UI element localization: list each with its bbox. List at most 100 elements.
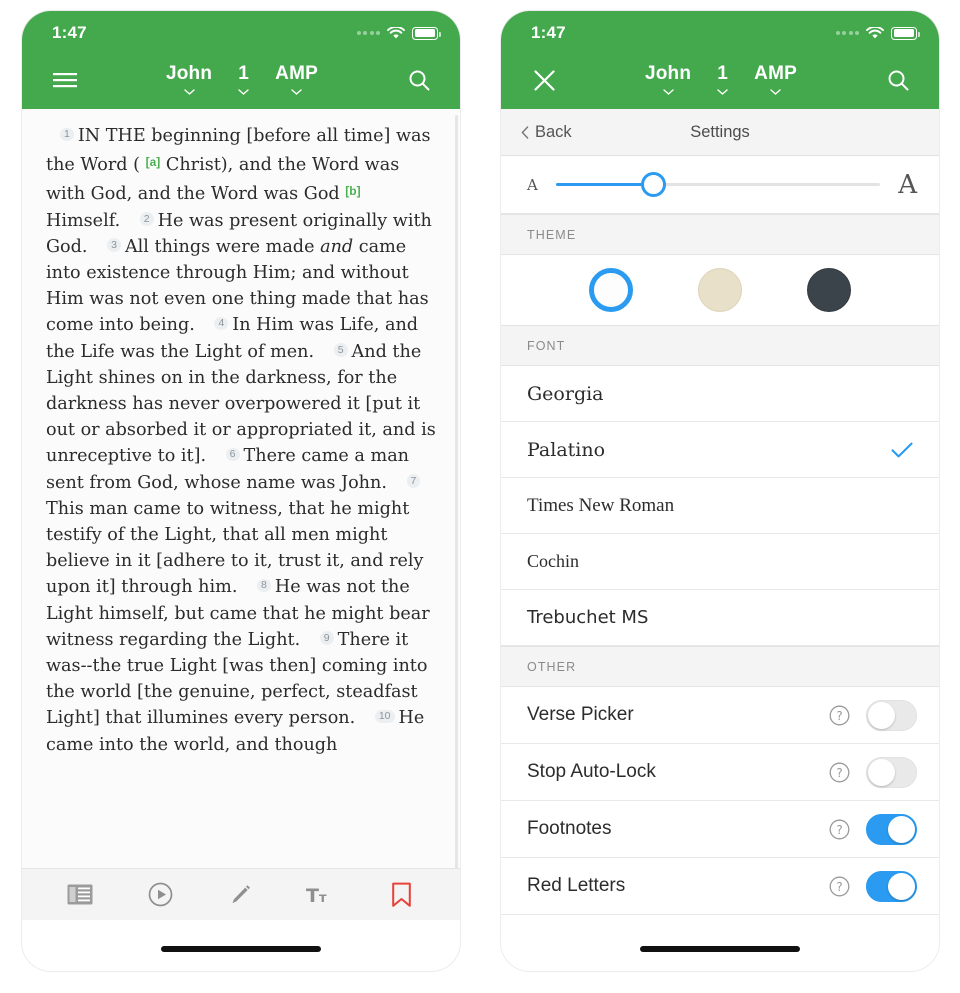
version-label: AMP <box>754 63 797 84</box>
search-icon[interactable] <box>402 63 436 97</box>
theme-options <box>501 255 939 325</box>
setting-option-row[interactable]: Verse Picker? <box>501 687 939 744</box>
other-section-header: OTHER <box>501 646 939 687</box>
toggle-knob <box>888 872 915 900</box>
font-option-label: Times New Roman <box>527 494 675 516</box>
font-option-row[interactable]: Times New Roman <box>501 478 939 534</box>
screenshot-stage: 1:47 John 1 AMP 1 IN THE beginning [befo… <box>0 0 960 993</box>
hamburger-menu-icon[interactable] <box>48 63 82 97</box>
toggle-knob <box>868 701 895 729</box>
chapter-label: 1 <box>238 63 250 84</box>
settings-app-bar: 1:47 John 1 AMP <box>501 11 939 109</box>
status-time: 1:47 <box>531 23 566 42</box>
footnote-marker[interactable]: [a] <box>146 155 161 169</box>
text-size-icon[interactable]: T т <box>298 875 344 915</box>
help-circle-icon[interactable]: ? <box>829 876 850 897</box>
font-size-row: A A <box>501 156 939 214</box>
chevron-left-icon <box>521 125 529 139</box>
setting-option-row[interactable]: Stop Auto-Lock? <box>501 744 939 801</box>
svg-text:т: т <box>319 891 327 905</box>
theme-swatch-dark-theme[interactable] <box>806 268 851 312</box>
help-circle-icon[interactable]: ? <box>829 819 850 840</box>
theme-slot <box>774 268 883 312</box>
verse-text: Himself. <box>46 210 121 231</box>
home-indicator <box>161 946 321 952</box>
setting-option-row[interactable]: Red Letters? <box>501 858 939 915</box>
setting-toggle[interactable] <box>866 699 917 731</box>
verse-number[interactable]: 8 <box>257 578 271 593</box>
font-option-row[interactable]: Georgia <box>501 366 939 422</box>
chapter-picker[interactable]: 1 <box>704 63 741 95</box>
help-circle-icon[interactable]: ? <box>829 762 850 783</box>
theme-swatch-light-theme[interactable] <box>589 268 634 312</box>
verse-text: All things were made <box>124 236 321 257</box>
status-bar: 1:47 <box>501 11 939 55</box>
scrollbar[interactable] <box>455 115 458 875</box>
theme-swatch-sepia-theme[interactable] <box>698 268 742 312</box>
setting-option-label: Red Letters <box>527 875 626 896</box>
font-size-slider[interactable] <box>555 172 881 197</box>
setting-option-label: Footnotes <box>527 818 612 839</box>
bookmark-icon[interactable] <box>379 875 425 915</box>
verse-number[interactable]: 6 <box>225 447 240 462</box>
reader-app-bar: 1:47 John 1 AMP <box>22 11 460 109</box>
font-option-row[interactable]: Palatino <box>501 422 939 478</box>
search-icon[interactable] <box>881 63 915 97</box>
other-options: Verse Picker? Stop Auto-Lock? Footnotes? Re… <box>501 687 939 915</box>
verse-number[interactable]: 1 <box>60 127 74 141</box>
verse-number[interactable]: 3 <box>107 238 121 252</box>
close-x-icon[interactable] <box>527 63 561 97</box>
book-picker[interactable]: John <box>632 63 704 95</box>
book-label: John <box>165 63 213 84</box>
pencil-edit-icon[interactable] <box>218 875 264 915</box>
reader-view-icon[interactable] <box>57 875 103 915</box>
reference-picker: John 1 AMP <box>82 63 402 95</box>
font-options: Georgia Palatino Times New Roman Cochin Treb… <box>501 366 939 646</box>
font-option-label: Cochin <box>527 551 579 571</box>
verse-number[interactable]: 7 <box>406 474 421 488</box>
back-button[interactable]: Back <box>521 123 572 142</box>
settings-nav-bar: John 1 AMP <box>501 55 939 109</box>
version-label: AMP <box>275 63 318 84</box>
reference-picker: John 1 AMP <box>561 63 881 95</box>
font-option-row[interactable]: Cochin <box>501 534 939 590</box>
verse-number[interactable]: 5 <box>333 343 348 357</box>
theme-slot <box>666 268 775 312</box>
verse-number[interactable]: 10 <box>374 709 395 724</box>
footnote-marker[interactable]: [b] <box>345 184 360 198</box>
font-option-row[interactable]: Trebuchet MS <box>501 590 939 646</box>
back-label: Back <box>535 122 572 141</box>
toggle-knob <box>868 758 895 786</box>
settings-sub-bar: Back Settings <box>501 109 939 156</box>
slider-thumb[interactable] <box>640 172 666 197</box>
book-picker[interactable]: John <box>153 63 225 95</box>
phone-settings-screen: 1:47 John 1 AMP Back Settings A A THEME … <box>500 10 940 972</box>
verse-number[interactable]: 9 <box>319 631 334 645</box>
help-circle-icon[interactable]: ? <box>829 705 850 726</box>
setting-toggle[interactable] <box>866 870 917 902</box>
signal-dots-icon <box>835 31 859 35</box>
slider-fill <box>555 183 654 186</box>
setting-option-row[interactable]: Footnotes? <box>501 801 939 858</box>
verse-number[interactable]: 4 <box>214 316 229 331</box>
scripture-text[interactable]: 1 IN THE beginning [before all time] was … <box>22 109 460 886</box>
verse-number[interactable]: 2 <box>139 212 154 226</box>
svg-text:?: ? <box>836 766 842 780</box>
setting-toggle[interactable] <box>866 756 917 788</box>
font-section-header: FONT <box>501 325 939 366</box>
version-picker[interactable]: AMP <box>262 63 331 95</box>
version-picker[interactable]: AMP <box>741 63 810 95</box>
wifi-icon <box>866 26 884 38</box>
font-size-large-label: A <box>898 169 917 200</box>
book-label: John <box>644 63 692 84</box>
status-time: 1:47 <box>52 23 87 42</box>
svg-text:?: ? <box>836 880 842 894</box>
audio-play-icon[interactable] <box>138 875 184 915</box>
chapter-label: 1 <box>717 63 729 84</box>
checkmark-icon <box>891 442 913 457</box>
setting-toggle[interactable] <box>866 813 917 845</box>
chapter-picker[interactable]: 1 <box>225 63 262 95</box>
chevron-down-icon <box>238 89 249 95</box>
signal-dots-icon <box>356 31 380 35</box>
setting-option-label: Stop Auto-Lock <box>527 761 656 782</box>
